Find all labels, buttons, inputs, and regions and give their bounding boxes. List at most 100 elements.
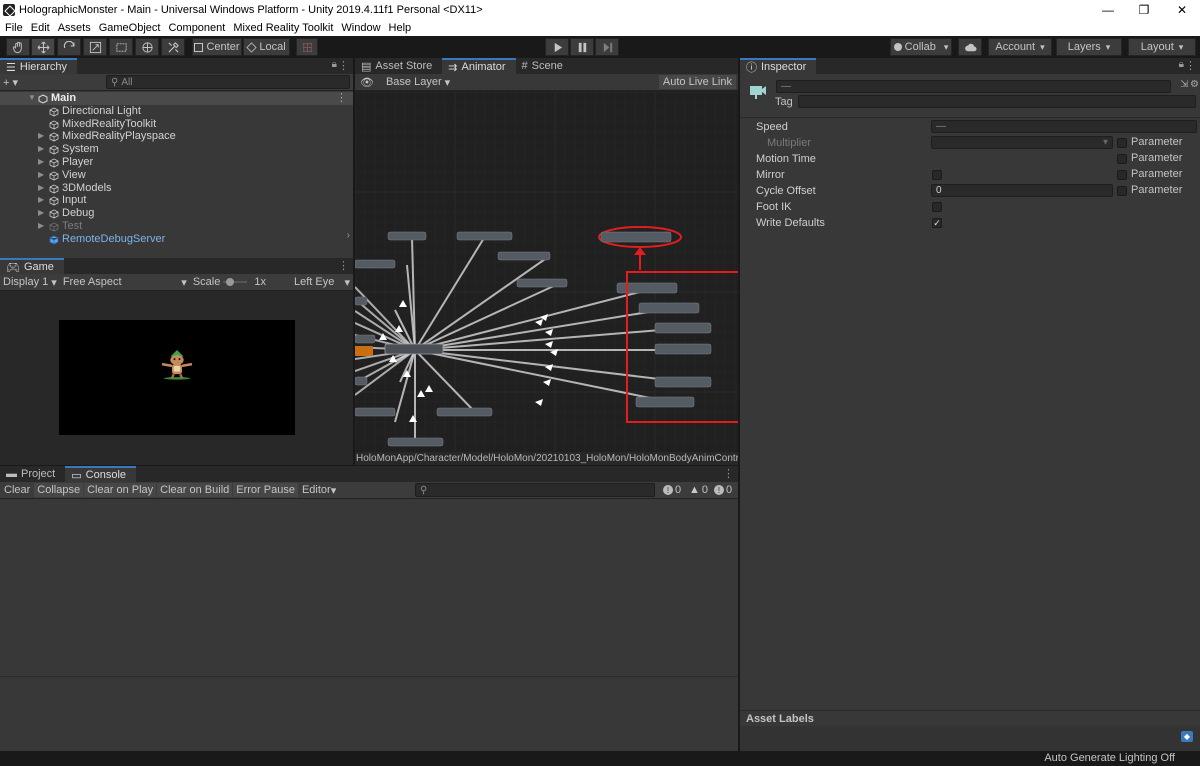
eye-icon[interactable]: 👁︎ [357, 75, 377, 89]
eye-dropdown[interactable]: Left Eye ▾ [291, 275, 353, 289]
cloud-icon[interactable] [958, 38, 982, 56]
state-name-input[interactable]: — [776, 80, 1171, 93]
scale-slider[interactable] [223, 275, 248, 289]
console-log-list[interactable] [0, 500, 738, 676]
clear-on-build-button[interactable]: Clear on Build [157, 483, 233, 497]
editor-dropdown[interactable]: Editor ▾ [299, 483, 339, 497]
expand-arrow-icon[interactable]: ▶ [38, 194, 44, 207]
expand-arrow-icon[interactable]: ▼ [28, 92, 36, 105]
tag-input[interactable] [798, 95, 1196, 108]
panel-menu-icon[interactable]: ⋮ [723, 467, 734, 480]
close-icon[interactable]: ✕ [1164, 0, 1200, 19]
restore-icon[interactable]: ❐ [1126, 0, 1162, 19]
rect-tool-icon[interactable] [109, 38, 133, 56]
warning-count-toggle[interactable]: ▲ 0 [686, 483, 711, 497]
aspect-dropdown[interactable]: Free Aspect ▾ [60, 275, 190, 289]
menu-file[interactable]: File [0, 22, 27, 34]
move-tool-icon[interactable] [31, 38, 55, 56]
pivot-local-button[interactable]: Local [243, 38, 290, 56]
mirror-checkbox[interactable] [932, 170, 942, 180]
menu-window[interactable]: Window [337, 22, 384, 34]
expand-arrow-icon[interactable]: ▶ [38, 182, 44, 195]
step-button[interactable] [595, 38, 619, 56]
expand-arrow-icon[interactable]: ▶ [38, 156, 44, 169]
tab-hierarchy[interactable]: ☰ Hierarchy [0, 58, 77, 74]
hierarchy-item[interactable]: ▶ MixedRealityPlayspace [0, 130, 353, 143]
lock-icon[interactable]: 🔒︎ [1179, 59, 1184, 70]
write-defaults-checkbox[interactable]: ✓ [932, 218, 942, 228]
cycle-offset-input[interactable]: 0 [931, 184, 1113, 197]
settings-gear-icon[interactable]: ⚙ [1190, 79, 1199, 90]
multiplier-dropdown[interactable]: ▾ [931, 136, 1113, 149]
menu-assets[interactable]: Assets [54, 22, 95, 34]
collapse-button[interactable]: Collapse [34, 483, 84, 497]
custom-tool-icon[interactable] [161, 38, 185, 56]
menu-edit[interactable]: Edit [27, 22, 54, 34]
clear-on-play-button[interactable]: Clear on Play [84, 483, 157, 497]
label-tag-icon[interactable]: ◆ [1181, 731, 1193, 742]
game-view-render[interactable] [59, 320, 295, 435]
layers-dropdown[interactable]: Layers [1056, 38, 1122, 56]
hierarchy-item[interactable]: Directional Light [0, 105, 353, 118]
hierarchy-item[interactable]: ▶ View [0, 169, 353, 182]
info-count-toggle[interactable]: ! 0 [660, 483, 684, 497]
hierarchy-item[interactable]: ▶ Input [0, 194, 353, 207]
clear-button[interactable]: Clear [1, 483, 33, 497]
hierarchy-item[interactable]: ▶ Debug [0, 207, 353, 220]
auto-live-link-button[interactable]: Auto Live Link [658, 75, 736, 89]
hierarchy-item[interactable]: MixedRealityToolkit [0, 118, 353, 131]
display-dropdown[interactable]: Display 1 ▾ [0, 275, 60, 289]
tab-animator[interactable]: ⇉ Animator [442, 58, 516, 74]
scene-row[interactable]: ▼ Main ⋮ [0, 92, 353, 105]
menu-mixed-reality-toolkit[interactable]: Mixed Reality Toolkit [229, 22, 337, 34]
hierarchy-item[interactable]: ▶ Player [0, 156, 353, 169]
pause-button[interactable] [570, 38, 594, 56]
expand-arrow-icon[interactable]: ▶ [38, 169, 44, 182]
lock-icon[interactable]: 🔒︎ [332, 59, 337, 70]
menu-component[interactable]: Component [164, 22, 229, 34]
tab-scene[interactable]: # Scene [516, 58, 573, 74]
panel-menu-icon[interactable]: ⋮ [338, 259, 349, 272]
scene-menu-icon[interactable]: ⋮ [336, 92, 347, 105]
transform-tool-icon[interactable] [135, 38, 159, 56]
hierarchy-search-input[interactable]: ⚲ All [106, 75, 350, 89]
console-search-input[interactable]: ⚲ [415, 483, 655, 497]
mirror-parameter-checkbox[interactable] [1117, 170, 1127, 180]
pivot-center-button[interactable]: Center [192, 38, 242, 56]
scale-tool-icon[interactable] [83, 38, 107, 56]
motion-time-parameter-checkbox[interactable] [1117, 154, 1127, 164]
collab-dropdown[interactable]: Collab [890, 38, 952, 56]
speed-field[interactable]: — [931, 120, 1197, 133]
expand-arrow-icon[interactable]: ▶ [38, 130, 44, 143]
cycle-offset-parameter-checkbox[interactable] [1117, 186, 1127, 196]
panel-menu-icon[interactable]: ⋮ [1185, 59, 1196, 72]
tab-asset-store[interactable]: ▤ Asset Store [355, 58, 442, 74]
grid-snap-icon[interactable] [296, 38, 318, 56]
expand-arrow-icon[interactable]: ▶ [38, 207, 44, 220]
play-button[interactable] [545, 38, 569, 56]
layout-dropdown[interactable]: Layout [1128, 38, 1196, 56]
account-dropdown[interactable]: Account [988, 38, 1052, 56]
layer-breadcrumb[interactable]: Base Layer ▾ [383, 75, 453, 89]
hierarchy-item[interactable]: RemoteDebugServer [0, 233, 353, 246]
tab-console[interactable]: ▭ Console [65, 466, 137, 482]
error-pause-button[interactable]: Error Pause [233, 483, 298, 497]
foot-ik-checkbox[interactable] [932, 202, 942, 212]
hierarchy-item[interactable]: ▶ 3DModels [0, 182, 353, 195]
help-icon[interactable]: ⇲ [1180, 79, 1188, 90]
panel-menu-icon[interactable]: ⋮ [338, 59, 349, 72]
multiplier-parameter-checkbox[interactable] [1117, 138, 1127, 148]
hand-tool-icon[interactable] [6, 38, 30, 56]
rotate-tool-icon[interactable] [57, 38, 81, 56]
hierarchy-item[interactable]: ▶ System [0, 143, 353, 156]
error-count-toggle[interactable]: ! 0 [711, 483, 735, 497]
create-dropdown[interactable]: + ▾ [0, 75, 21, 89]
tab-game[interactable]: 🎮︎ Game [0, 258, 64, 274]
console-detail-area[interactable] [0, 676, 738, 751]
animator-graph[interactable] [355, 92, 738, 451]
expand-arrow-icon[interactable]: ▶ [38, 143, 44, 156]
chevron-right-icon[interactable]: › [347, 230, 350, 241]
expand-arrow-icon[interactable]: ▶ [38, 220, 44, 233]
tab-project[interactable]: ▬ Project [0, 466, 65, 482]
tab-inspector[interactable]: ⓘ Inspector [740, 58, 817, 74]
